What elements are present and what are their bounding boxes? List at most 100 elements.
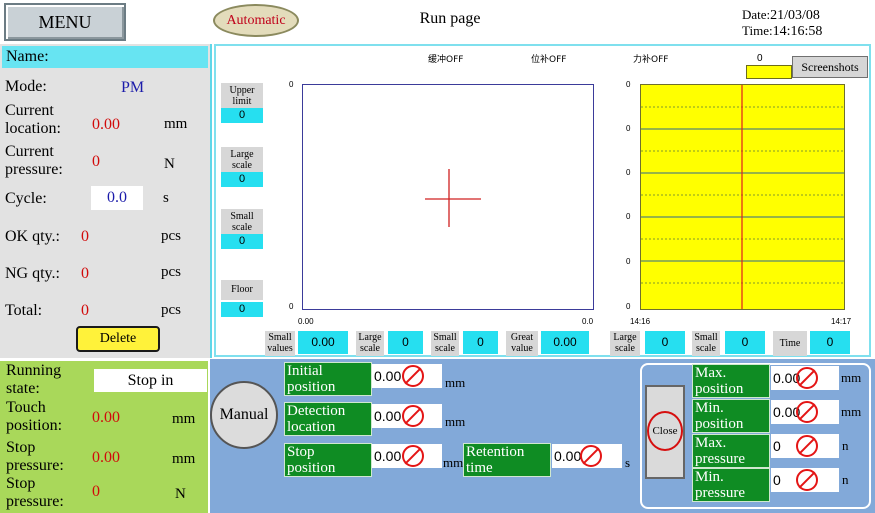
large-scale-value[interactable]: 0 (221, 172, 263, 187)
current-location-label: Current location: (5, 102, 61, 138)
touch-position-value: 0.00 (92, 409, 120, 426)
initial-position-input[interactable]: 0.00 (372, 364, 442, 388)
delete-button[interactable]: Delete (76, 326, 160, 352)
current-location-value: 0.00 (92, 116, 120, 133)
cycle-value: 0.0 (91, 186, 143, 210)
current-location-label-line2: location: (5, 120, 61, 137)
min-position-line2: position (695, 416, 744, 432)
floor-label: Floor (221, 280, 263, 300)
stop-position-line2: position (287, 460, 336, 476)
ng-qty-unit: pcs (161, 264, 181, 280)
retention-time-line2: time (466, 460, 493, 476)
current-pressure-unit: N (164, 156, 175, 172)
force-comp-status: 力补OFF (633, 55, 669, 65)
total-unit: pcs (161, 302, 181, 318)
initial-position-value: 0.00 (374, 368, 402, 384)
small-values-value[interactable]: 0.00 (298, 331, 348, 354)
plot2-y-tick: 0 (626, 80, 631, 89)
stop-pressure-label-a: Stop pressure: (6, 439, 64, 475)
detection-location-line1: Detection (287, 403, 346, 419)
min-position-input[interactable]: 0.00 (771, 400, 839, 424)
max-position-input[interactable]: 0.00 (771, 366, 839, 390)
floor-value[interactable]: 0 (221, 302, 263, 317)
time-value: 14:16:58 (772, 24, 823, 39)
plot2-x-left-tick: 14:16 (630, 317, 651, 326)
screenshots-button[interactable]: Screenshots (792, 56, 868, 78)
disabled-icon (402, 405, 424, 427)
large-scale-t-value[interactable]: 0 (645, 331, 685, 354)
plot2-y-tick: 0 (626, 212, 631, 221)
small-scale-t-value[interactable]: 0 (725, 331, 765, 354)
ng-qty-value: 0 (81, 265, 89, 282)
stop-pressure-b-line2: pressure: (6, 493, 64, 510)
min-pressure-input[interactable]: 0 (771, 468, 839, 492)
max-position-line2: position (695, 381, 744, 397)
small-scale-x-value[interactable]: 0 (463, 331, 498, 354)
max-position-unit: mm (841, 370, 862, 385)
current-location-label-line1: Current (5, 102, 54, 119)
max-pressure-input[interactable]: 0 (771, 434, 839, 458)
current-location-unit: mm (164, 116, 188, 132)
ng-qty-label: NG qty.: (5, 265, 60, 282)
touch-position-label-line2: position: (6, 417, 63, 434)
great-value-value[interactable]: 0.00 (541, 331, 589, 354)
stop-pressure-a-value: 0.00 (92, 449, 120, 466)
running-state-label: Running state: (6, 362, 61, 398)
stop-position-unit: mm (443, 455, 464, 470)
time-value[interactable]: 0 (810, 331, 850, 354)
detection-location-input[interactable]: 0.00 (372, 404, 442, 428)
retention-time-label: Retention time (463, 443, 551, 477)
name-label: Name: (2, 46, 208, 68)
stop-pressure-label-b: Stop pressure: (6, 475, 64, 511)
large-scale-t-label: Large scale (610, 331, 640, 356)
manual-button[interactable]: Manual (210, 381, 278, 449)
small-scale-x-label: Small scale (431, 331, 459, 356)
small-scale-label: Small scale (221, 209, 263, 235)
touch-position-label: Touch position: (6, 399, 62, 435)
stop-pressure-a-unit: mm (172, 451, 196, 467)
close-button-label[interactable]: Close (647, 411, 683, 451)
max-pressure-line2: pressure (695, 451, 745, 467)
plot2-y-tick: 0 (626, 168, 631, 177)
touch-position-unit: mm (172, 411, 196, 427)
ok-qty-label: OK qty.: (5, 228, 60, 245)
date-value: 21/03/08 (770, 8, 820, 23)
detection-location-line2: location (287, 419, 336, 435)
large-scale-x-value[interactable]: 0 (388, 331, 423, 354)
stop-pressure-b-value: 0 (92, 483, 100, 500)
disabled-icon (580, 445, 602, 467)
retention-time-input[interactable]: 0.00 (552, 444, 622, 468)
plot2-y-tick: 0 (626, 302, 631, 311)
stop-position-value: 0.00 (374, 448, 402, 464)
small-scale-value[interactable]: 0 (221, 234, 263, 249)
upper-limit-label: Upper limit (221, 83, 263, 109)
detection-location-label: Detection location (284, 402, 372, 436)
cycle-unit: s (163, 190, 169, 206)
mode-value: PM (121, 79, 145, 96)
total-label: Total: (5, 302, 43, 319)
upper-limit-value[interactable]: 0 (221, 108, 263, 123)
plot1-x-right-tick: 0.0 (582, 317, 594, 326)
buffer-status: 缓冲OFF (428, 55, 464, 65)
plot1-y-bottom-tick: 0 (289, 302, 294, 311)
initial-position-unit: mm (445, 375, 466, 390)
position-plot (302, 84, 594, 310)
min-pressure-line2: pressure (695, 485, 745, 501)
date-label: Date: (742, 7, 771, 22)
stop-position-input[interactable]: 0.00 (372, 444, 442, 468)
max-position-line1: Max. (695, 365, 727, 381)
min-position-label: Min. position (692, 399, 770, 433)
min-pressure-value: 0 (773, 472, 781, 488)
time-plot (640, 84, 845, 310)
stop-pressure-b-unit: N (175, 486, 186, 502)
automatic-mode-button[interactable]: Automatic (213, 4, 299, 37)
retention-time-value: 0.00 (554, 448, 582, 464)
date-display: Date:21/03/08 (742, 7, 868, 24)
current-pressure-label-line2: pressure: (5, 161, 63, 178)
screenshot-indicator (746, 65, 792, 79)
detection-location-value: 0.00 (374, 408, 402, 424)
menu-button[interactable]: MENU (4, 3, 126, 41)
plot1-y-top-tick: 0 (289, 80, 294, 89)
plot2-y-tick: 0 (626, 257, 631, 266)
small-values-label: Small values (265, 331, 295, 356)
